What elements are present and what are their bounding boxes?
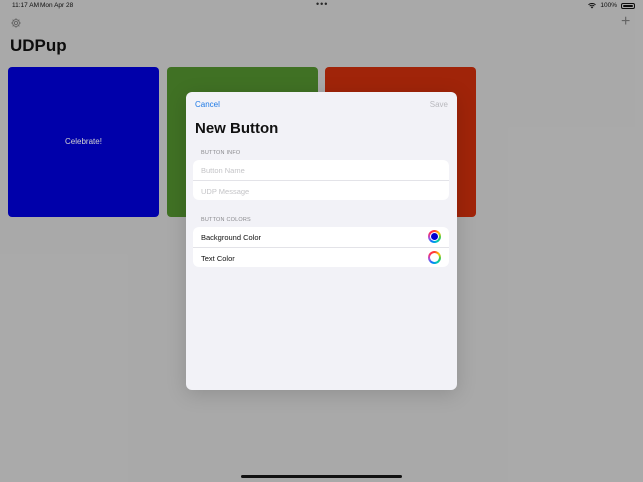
save-button[interactable]: Save xyxy=(430,100,448,109)
button-name-field[interactable] xyxy=(201,160,431,180)
text-color-label: Text Color xyxy=(201,254,235,263)
sheet-title: New Button xyxy=(195,120,279,137)
button-info-group xyxy=(193,160,449,200)
text-color-row[interactable]: Text Color xyxy=(193,247,449,267)
background-color-row[interactable]: Background Color xyxy=(193,227,449,247)
background-color-label: Background Color xyxy=(201,233,262,242)
button-name-row xyxy=(193,160,449,180)
udp-message-field[interactable] xyxy=(201,181,431,200)
new-button-sheet: Cancel Save New Button BUTTON INFO BUTTO… xyxy=(186,92,457,390)
background-color-well[interactable] xyxy=(428,230,441,243)
selected-color-swatch xyxy=(431,233,438,240)
text-color-well[interactable] xyxy=(428,251,441,264)
button-colors-group: Background Color Text Color xyxy=(193,227,449,267)
udp-message-row xyxy=(193,180,449,200)
home-indicator[interactable] xyxy=(241,475,402,478)
cancel-button[interactable]: Cancel xyxy=(195,100,220,109)
section-header-button-info: BUTTON INFO xyxy=(201,150,241,156)
section-header-button-colors: BUTTON COLORS xyxy=(201,217,251,223)
